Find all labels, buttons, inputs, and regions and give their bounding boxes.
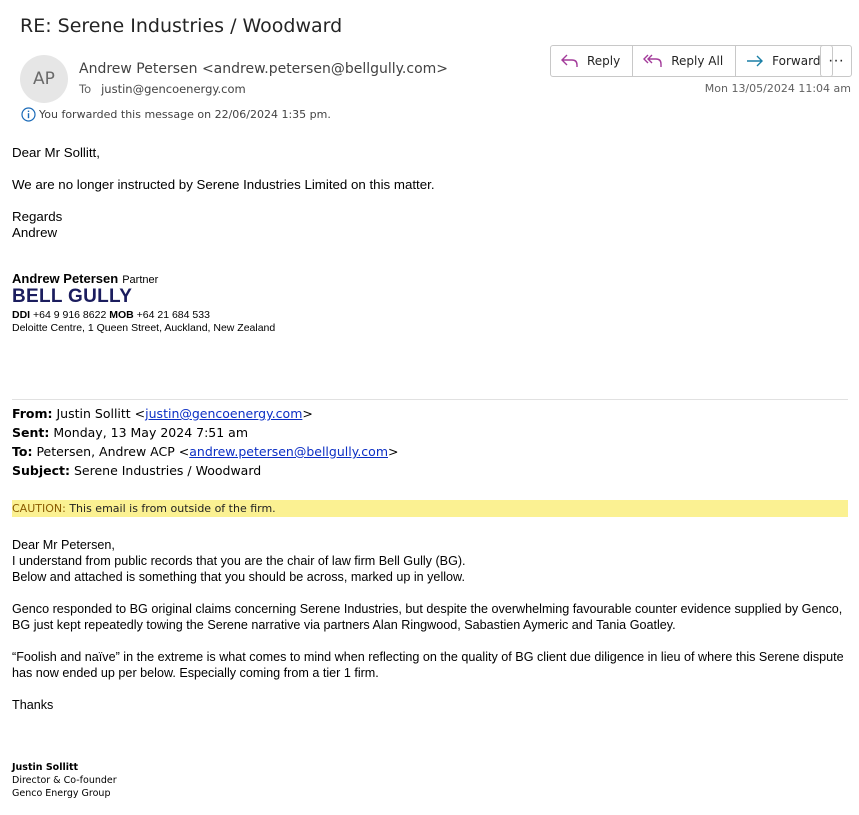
to-end: >: [388, 444, 399, 459]
quoted-signature-company: Genco Energy Group: [12, 788, 111, 799]
sent-label: Sent:: [12, 425, 50, 440]
forward-arrow-icon: [747, 55, 764, 67]
forward-button[interactable]: Forward: [736, 46, 832, 76]
reply-all-button[interactable]: Reply All: [633, 46, 737, 76]
to-email-link[interactable]: andrew.petersen@bellgully.com: [189, 444, 388, 459]
forwarded-info-bar: You forwarded this message on 22/06/2024…: [21, 107, 331, 122]
reply-icon: [561, 54, 578, 67]
to-label: To: [79, 82, 92, 96]
reply-button[interactable]: Reply: [551, 46, 634, 76]
from-name: Justin Sollitt <: [56, 406, 146, 421]
to-name: Petersen, Andrew ACP <: [36, 444, 190, 459]
quoted-greeting: Dear Mr Petersen,: [12, 538, 115, 552]
reply-all-label: Reply All: [671, 54, 724, 68]
quoted-signature-name: Justin Sollitt: [12, 762, 79, 773]
to-header-label: To:: [12, 444, 33, 459]
recipient-line: To justin@gencoenergy.com: [79, 82, 246, 96]
signature-role: Partner: [122, 274, 159, 286]
message-action-toolbar: Reply Reply All Forward: [550, 45, 834, 77]
reply-all-icon: [643, 54, 662, 67]
greeting: Dear Mr Sollitt,: [12, 145, 100, 160]
ddi-number: +64 9 916 8622: [33, 309, 107, 321]
signature-address: Deloitte Centre, 1 Queen Street, Aucklan…: [12, 322, 276, 334]
caution-text: This email is from outside of the firm.: [69, 502, 276, 515]
sender-first-name: Andrew: [12, 225, 58, 240]
from-email-link[interactable]: justin@gencoenergy.com: [145, 406, 302, 421]
quote-divider: [12, 399, 848, 400]
quoted-line-1: I understand from public records that yo…: [12, 554, 466, 568]
quoted-paragraph-3: “Foolish and naïve” in the extreme is wh…: [12, 650, 844, 680]
quoted-subject: Subject: Serene Industries / Woodward: [12, 463, 261, 478]
subject-label: Subject:: [12, 463, 70, 478]
email-subject: RE: Serene Industries / Woodward: [20, 15, 343, 37]
sent-date: Mon 13/05/2024 11:04 am: [704, 82, 851, 95]
quoted-to: To: Petersen, Andrew ACP <andrew.peterse…: [12, 444, 398, 459]
quoted-line-2: Below and attached is something that you…: [12, 570, 465, 584]
quoted-from: From: Justin Sollitt <justin@gencoenergy…: [12, 406, 313, 421]
more-dots-icon: ···: [828, 52, 844, 69]
from-end: >: [302, 406, 313, 421]
signature-phones: DDI +64 9 916 8622 MOB +64 21 684 533: [12, 309, 210, 321]
forward-label: Forward: [772, 54, 821, 68]
more-actions-button[interactable]: ···: [820, 45, 852, 77]
sender-avatar[interactable]: AP: [20, 55, 68, 103]
caution-label: CAUTION:: [12, 502, 66, 515]
mob-label: MOB: [109, 309, 134, 321]
signature-name-text: Andrew Petersen: [12, 271, 119, 286]
quoted-signature-title: Director & Co-founder: [12, 775, 117, 786]
quoted-thanks: Thanks: [12, 698, 54, 712]
subject-value: Serene Industries / Woodward: [73, 463, 262, 478]
caution-banner: CAUTION: This email is from outside of t…: [12, 500, 848, 517]
info-icon: [21, 107, 36, 122]
regards: Regards: [12, 209, 63, 224]
from-label: From:: [12, 406, 53, 421]
message-line: We are no longer instructed by Serene In…: [12, 177, 435, 192]
quoted-paragraph-2: Genco responded to BG original claims co…: [12, 602, 843, 632]
sender-address[interactable]: Andrew Petersen <andrew.petersen@bellgul…: [79, 61, 448, 77]
quoted-sent: Sent: Monday, 13 May 2024 7:51 am: [12, 425, 248, 440]
ddi-label: DDI: [12, 309, 31, 321]
sent-value: Monday, 13 May 2024 7:51 am: [53, 425, 248, 440]
reply-label: Reply: [587, 54, 621, 68]
signature-name: Andrew Petersen Partner: [12, 271, 158, 286]
recipient-address[interactable]: justin@gencoenergy.com: [101, 82, 246, 96]
mob-number: +64 21 684 533: [136, 309, 210, 321]
forwarded-info-text: You forwarded this message on 22/06/2024…: [39, 108, 331, 121]
firm-logo-text: BELL GULLY: [12, 286, 133, 307]
